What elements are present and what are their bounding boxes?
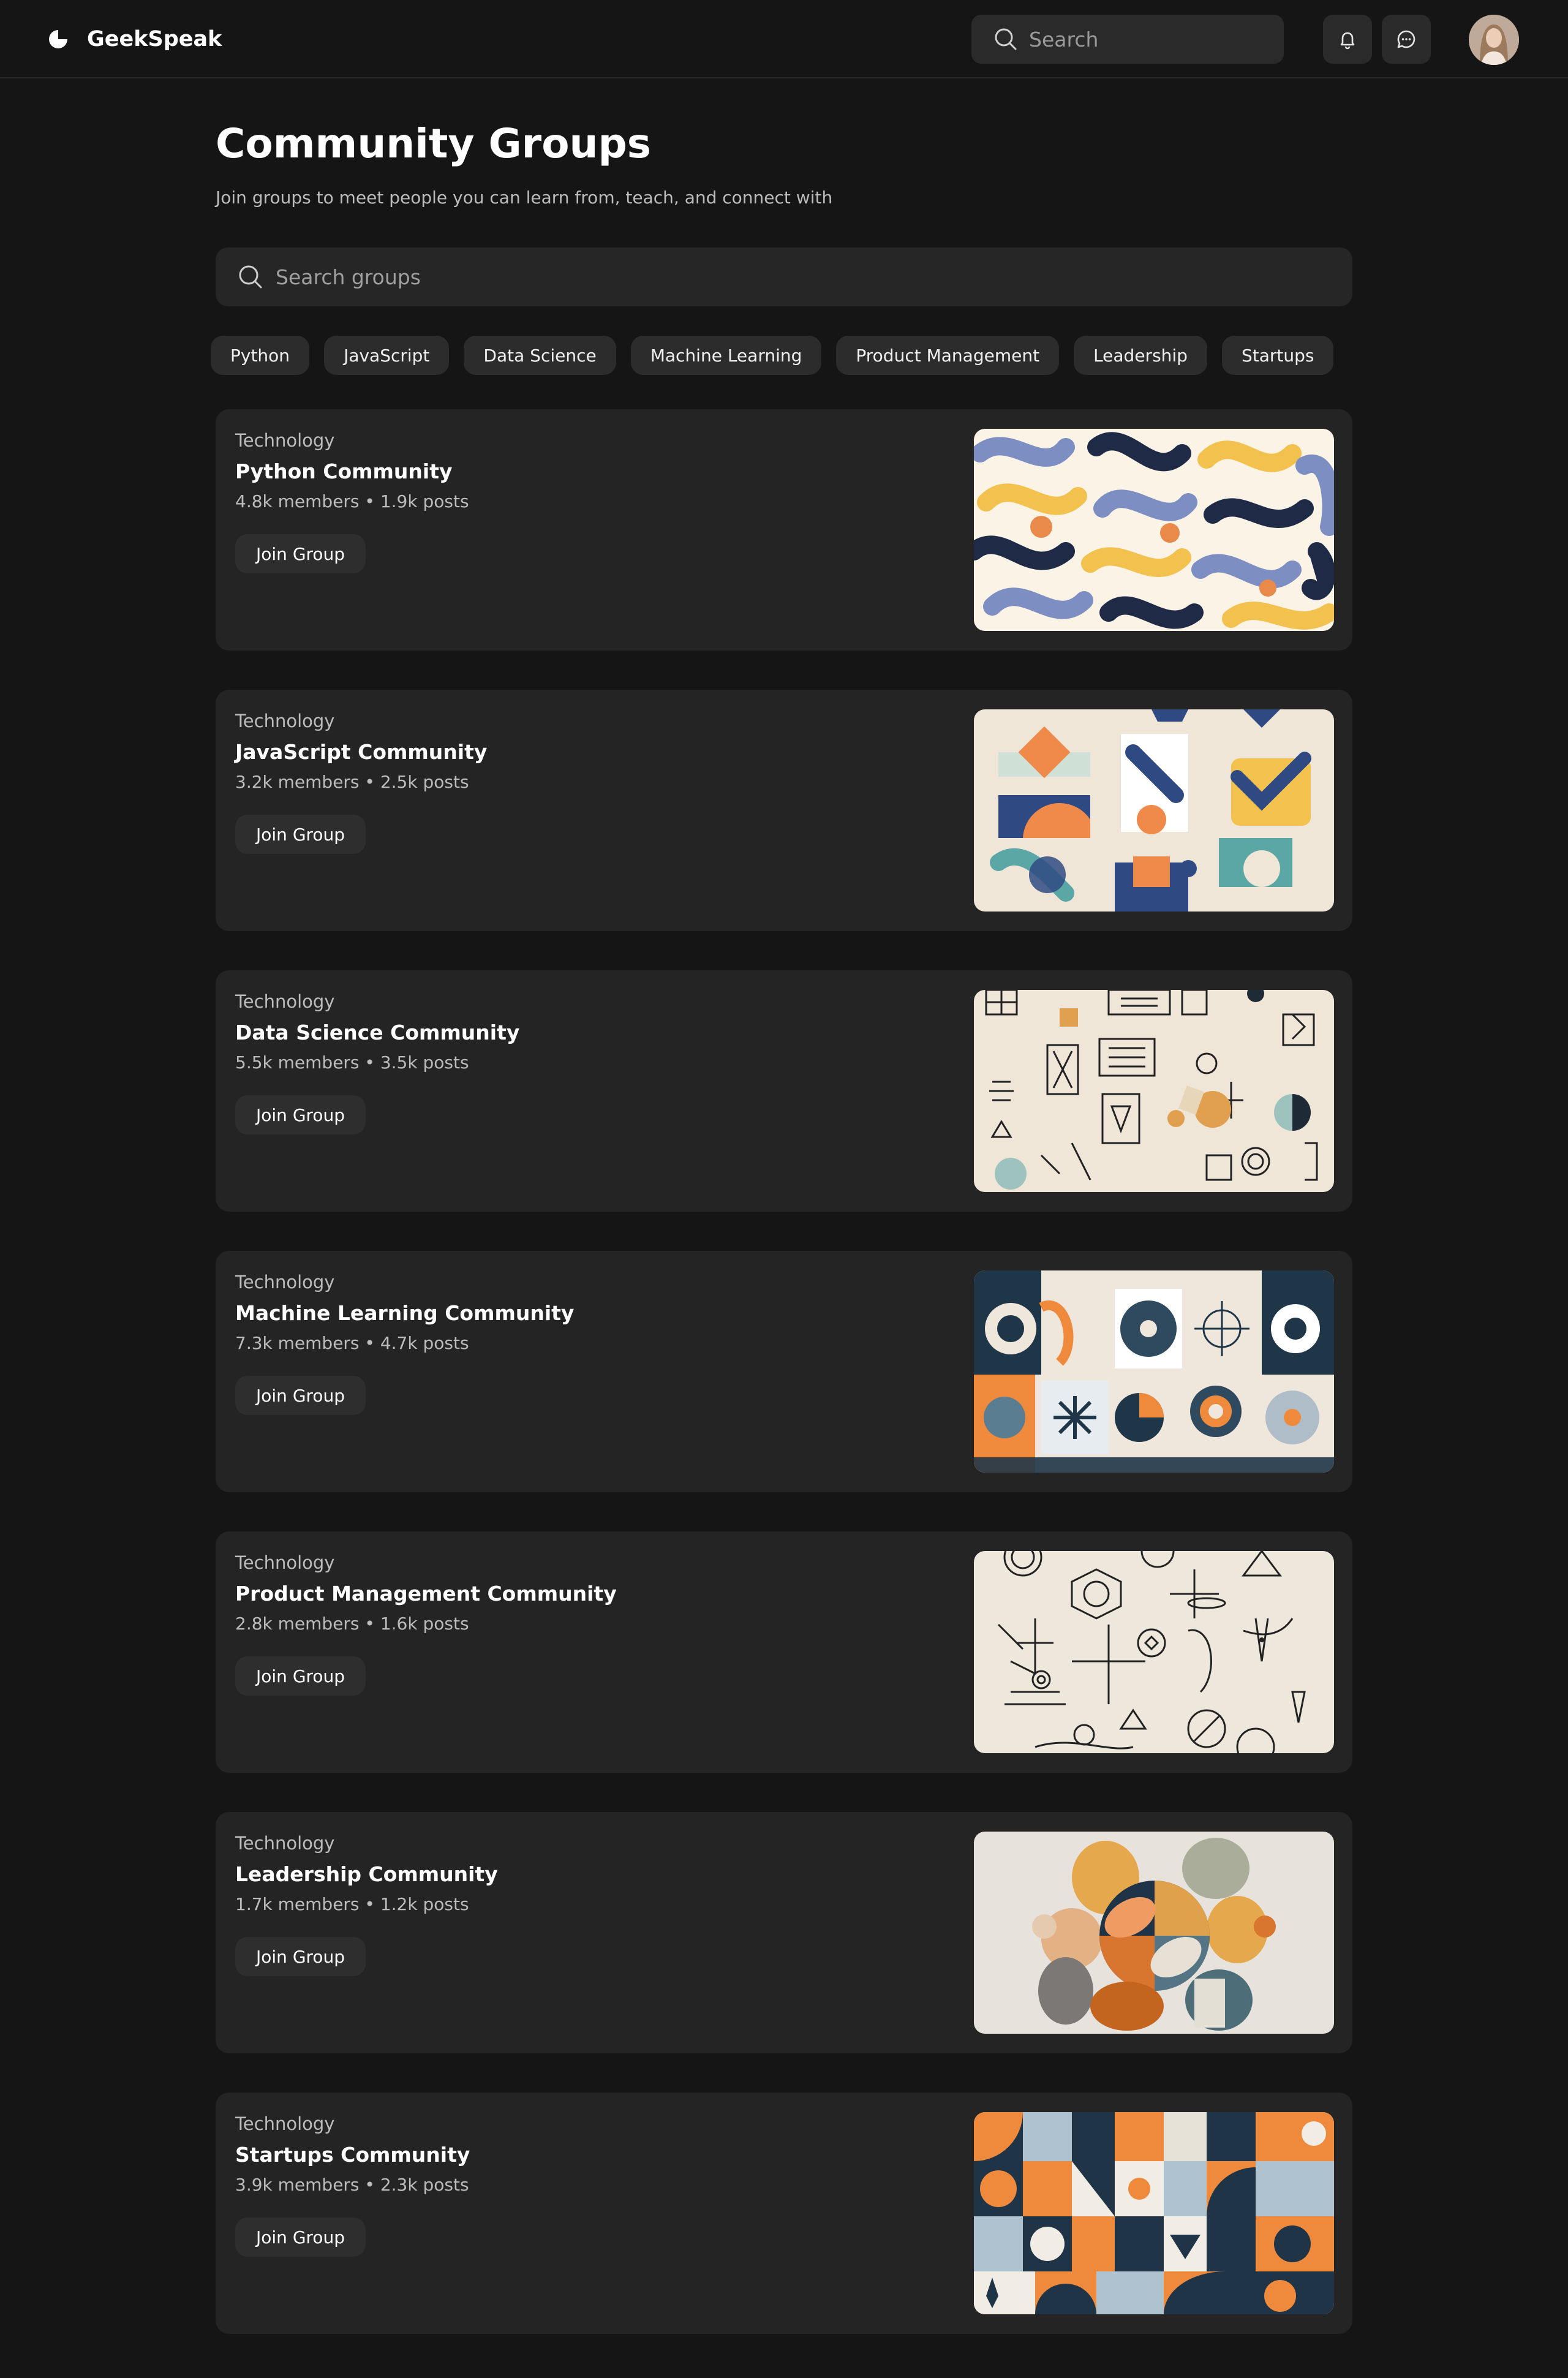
javascript-pattern-art-icon bbox=[974, 709, 1334, 912]
group-name[interactable]: Data Science Community bbox=[235, 1021, 519, 1044]
product-management-pattern-art-icon bbox=[974, 1551, 1334, 1753]
join-group-button[interactable]: Join Group bbox=[235, 534, 366, 573]
group-category: Technology bbox=[235, 2113, 335, 2134]
filter-chips: Python JavaScript Data Science Machine L… bbox=[211, 336, 1348, 375]
group-card-javascript[interactable]: Technology JavaScript Community 3.2k mem… bbox=[216, 690, 1352, 931]
avatar-photo-icon bbox=[1469, 15, 1519, 65]
join-group-button[interactable]: Join Group bbox=[235, 815, 366, 854]
python-pattern-art-icon bbox=[974, 429, 1334, 631]
messages-button[interactable] bbox=[1382, 15, 1431, 64]
group-cover-image bbox=[974, 1832, 1334, 2034]
data-science-pattern-art-icon bbox=[974, 990, 1334, 1192]
group-card-product-management[interactable]: Technology Product Management Community … bbox=[216, 1531, 1352, 1773]
join-group-button[interactable]: Join Group bbox=[235, 1376, 366, 1415]
search-icon bbox=[239, 265, 262, 289]
join-group-button[interactable]: Join Group bbox=[235, 2218, 366, 2257]
notifications-button[interactable] bbox=[1323, 15, 1372, 64]
chat-bubble-icon bbox=[1397, 30, 1415, 48]
group-stats: 3.9k members • 2.3k posts bbox=[235, 2175, 469, 2195]
brand-name: GeekSpeak bbox=[87, 27, 222, 51]
group-stats: 4.8k members • 1.9k posts bbox=[235, 491, 469, 511]
groups-search-placeholder: Search groups bbox=[276, 265, 421, 289]
group-name[interactable]: Startups Community bbox=[235, 2143, 470, 2167]
filter-chip-python[interactable]: Python bbox=[211, 336, 310, 375]
header-search-placeholder: Search bbox=[1029, 27, 1099, 51]
top-navigation-bar: GeekSpeak Search bbox=[0, 0, 1568, 78]
group-cover-image bbox=[974, 2112, 1334, 2314]
group-category: Technology bbox=[235, 430, 335, 451]
group-name[interactable]: Python Community bbox=[235, 459, 452, 483]
group-stats: 5.5k members • 3.5k posts bbox=[235, 1052, 469, 1073]
filter-chip-data-science[interactable]: Data Science bbox=[464, 336, 616, 375]
group-category: Technology bbox=[235, 1272, 335, 1293]
group-card-data-science[interactable]: Technology Data Science Community 5.5k m… bbox=[216, 970, 1352, 1212]
filter-chip-javascript[interactable]: JavaScript bbox=[324, 336, 450, 375]
bell-icon bbox=[1340, 32, 1355, 50]
group-stats: 2.8k members • 1.6k posts bbox=[235, 1614, 469, 1634]
machine-learning-pattern-art-icon bbox=[974, 1270, 1334, 1473]
group-cover-image bbox=[974, 1551, 1334, 1753]
search-icon bbox=[995, 28, 1017, 50]
group-stats: 1.7k members • 1.2k posts bbox=[235, 1894, 469, 1914]
join-group-button[interactable]: Join Group bbox=[235, 1656, 366, 1696]
groups-search-input[interactable]: Search groups bbox=[216, 247, 1352, 306]
group-category: Technology bbox=[235, 991, 335, 1012]
group-cover-image bbox=[974, 429, 1334, 631]
filter-chip-leadership[interactable]: Leadership bbox=[1074, 336, 1207, 375]
group-cover-image bbox=[974, 1270, 1334, 1473]
startups-pattern-art-icon bbox=[974, 2112, 1334, 2314]
group-card-startups[interactable]: Technology Startups Community 3.9k membe… bbox=[216, 2093, 1352, 2334]
header-search-input[interactable]: Search bbox=[971, 15, 1284, 64]
group-stats: 7.3k members • 4.7k posts bbox=[235, 1333, 469, 1353]
join-group-button[interactable]: Join Group bbox=[235, 1937, 366, 1976]
group-name[interactable]: JavaScript Community bbox=[235, 740, 487, 764]
filter-chip-machine-learning[interactable]: Machine Learning bbox=[630, 336, 822, 375]
group-card-leadership[interactable]: Technology Leadership Community 1.7k mem… bbox=[216, 1812, 1352, 2053]
group-card-machine-learning[interactable]: Technology Machine Learning Community 7.… bbox=[216, 1251, 1352, 1492]
join-group-button[interactable]: Join Group bbox=[235, 1095, 366, 1134]
leadership-pattern-art-icon bbox=[974, 1832, 1334, 2034]
group-category: Technology bbox=[235, 1833, 335, 1854]
group-name[interactable]: Machine Learning Community bbox=[235, 1301, 574, 1325]
user-avatar[interactable] bbox=[1469, 15, 1519, 65]
page-subtitle: Join groups to meet people you can learn… bbox=[216, 187, 833, 208]
group-stats: 3.2k members • 2.5k posts bbox=[235, 772, 469, 792]
group-cover-image bbox=[974, 990, 1334, 1192]
group-card-python[interactable]: Technology Python Community 4.8k members… bbox=[216, 409, 1352, 651]
filter-chip-startups[interactable]: Startups bbox=[1221, 336, 1334, 375]
filter-chip-product-management[interactable]: Product Management bbox=[836, 336, 1060, 375]
group-cover-image bbox=[974, 709, 1334, 912]
brand[interactable]: GeekSpeak bbox=[48, 25, 222, 54]
group-category: Technology bbox=[235, 711, 335, 731]
geekspeak-logo-icon bbox=[49, 30, 67, 48]
page-title: Community Groups bbox=[216, 120, 652, 167]
group-category: Technology bbox=[235, 1552, 335, 1573]
group-name[interactable]: Product Management Community bbox=[235, 1582, 617, 1606]
group-name[interactable]: Leadership Community bbox=[235, 1862, 498, 1886]
